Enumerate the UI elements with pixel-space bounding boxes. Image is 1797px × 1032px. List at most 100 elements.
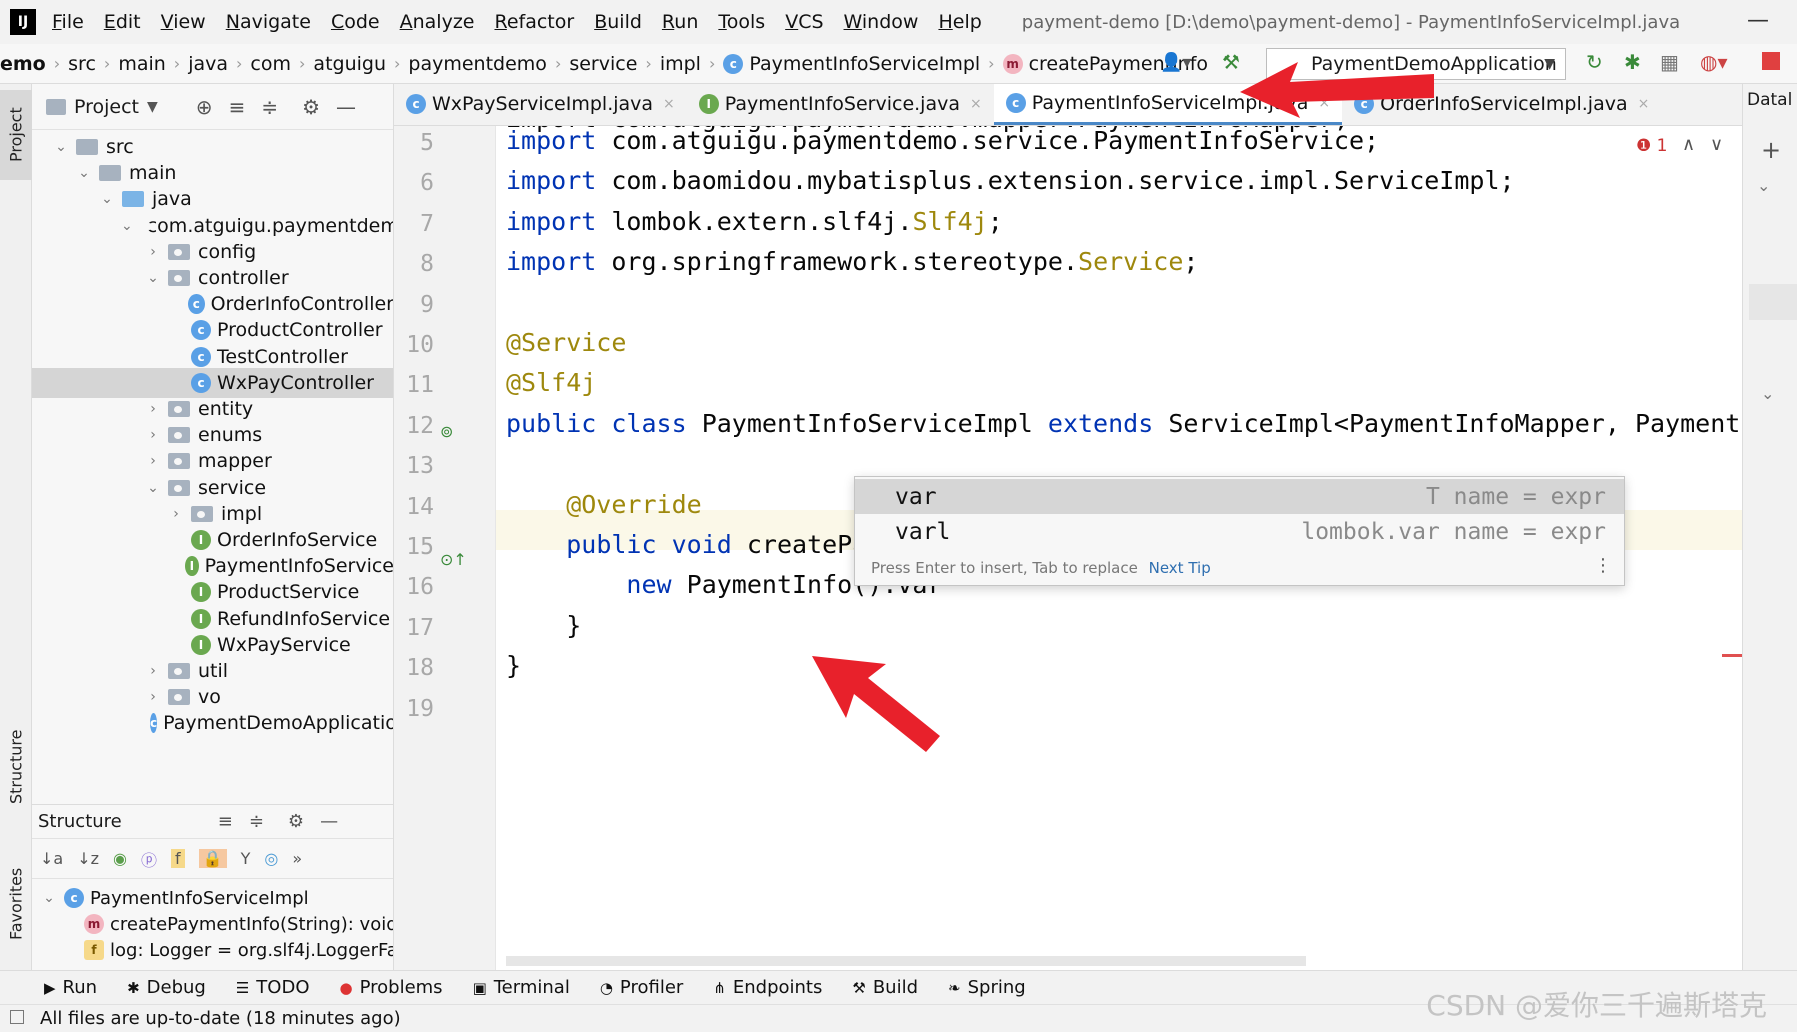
breadcrumb-item[interactable]: com ›	[250, 53, 313, 75]
menu-help[interactable]: Help	[938, 11, 981, 33]
gear-icon[interactable]: ⚙	[288, 811, 304, 832]
chevron-right-icon[interactable]: ›	[144, 401, 162, 417]
stop-icon[interactable]	[1762, 52, 1780, 70]
show-lambdas-icon[interactable]: Y	[241, 849, 251, 868]
completion-item[interactable]: var T name = expr	[855, 479, 1624, 514]
chevron-right-icon[interactable]: ›	[144, 244, 162, 260]
breadcrumb-item[interactable]: service ›	[569, 53, 659, 75]
chevron-right-icon[interactable]: ›	[144, 663, 162, 679]
gear-icon[interactable]: ⚙	[302, 95, 320, 119]
autoscroll-icon[interactable]: ◎	[264, 849, 278, 868]
debug-run-icon[interactable]: ✱	[1624, 50, 1641, 74]
user-icon[interactable]: 👤▾	[1160, 52, 1191, 73]
menu-build[interactable]: Build	[594, 11, 642, 33]
error-stripe-marker[interactable]	[1722, 654, 1742, 657]
database-tool-tab[interactable]: Datal	[1747, 90, 1792, 110]
next-highlight-icon[interactable]: ∨	[1710, 134, 1723, 155]
chevron-down-icon[interactable]: ▼	[147, 99, 158, 115]
coverage-icon[interactable]: ▦	[1660, 50, 1679, 74]
editor-tab[interactable]: c WxPayServiceImpl.java ×	[394, 84, 687, 125]
menu-navigate[interactable]: Navigate	[226, 11, 311, 33]
rerun-icon[interactable]: ↻	[1586, 50, 1603, 74]
editor-tab[interactable]: I PaymentInfoService.java ×	[687, 84, 994, 125]
menu-code[interactable]: Code	[331, 11, 380, 33]
tree-item[interactable]: c PaymentDemoApplication	[32, 708, 393, 738]
chevron-right-icon[interactable]: ›	[144, 689, 162, 705]
breadcrumb-item[interactable]: c PaymentInfoServiceImpl ›	[723, 53, 1002, 75]
more-options-icon[interactable]: ⋮	[1594, 555, 1612, 576]
status-toggle-icon[interactable]	[10, 1010, 24, 1024]
breadcrumb-item[interactable]: atguigu ›	[313, 53, 408, 75]
chevron-down-icon[interactable]: ⌄	[1757, 176, 1770, 195]
chevron-down-icon[interactable]: ⌄	[40, 890, 58, 906]
show-non-public-icon[interactable]: 🔒	[198, 849, 227, 868]
menu-refactor[interactable]: Refactor	[494, 11, 574, 33]
chevron-right-icon[interactable]: ›	[144, 427, 162, 443]
show-properties-icon[interactable]: ⓟ	[141, 847, 157, 871]
scrollbar-thumb[interactable]	[1749, 284, 1797, 320]
sort-alpha-icon[interactable]: ↓a	[40, 849, 63, 868]
collapse-all-icon[interactable]: ≑	[249, 811, 264, 832]
hide-panel-icon[interactable]: —	[336, 95, 356, 119]
completion-item[interactable]: varl lombok.var name = expr	[855, 514, 1624, 549]
menu-tools[interactable]: Tools	[718, 11, 765, 33]
breadcrumb-item[interactable]: emo ›	[0, 53, 68, 75]
menu-vcs[interactable]: VCS	[785, 11, 823, 33]
breadcrumb-item[interactable]: paymentdemo ›	[408, 53, 569, 75]
tool-window-terminal[interactable]: ▣ Terminal	[473, 977, 570, 998]
tool-window-todo[interactable]: ☰ TODO	[236, 977, 310, 998]
add-icon[interactable]: +	[1761, 136, 1781, 164]
close-tab-icon[interactable]: ×	[1638, 96, 1650, 112]
structure-tool-tab[interactable]: Structure	[0, 712, 32, 822]
tool-window-profiler[interactable]: ◔ Profiler	[600, 977, 683, 998]
hide-panel-icon[interactable]: —	[320, 811, 338, 832]
show-inherited-icon[interactable]: ◉	[113, 849, 127, 868]
close-tab-icon[interactable]: ×	[970, 96, 982, 112]
menu-window[interactable]: Window	[844, 11, 919, 33]
breadcrumb-item[interactable]: src ›	[68, 53, 118, 75]
favorites-tool-tab[interactable]: Favorites	[0, 854, 32, 954]
previous-highlight-icon[interactable]: ∧	[1682, 134, 1695, 155]
tool-window-debug[interactable]: ✱ Debug	[127, 977, 206, 998]
next-tip-link[interactable]: Next Tip	[1149, 559, 1211, 577]
expand-all-icon[interactable]: ≡	[229, 95, 246, 119]
menu-run[interactable]: Run	[662, 11, 698, 33]
tool-window-spring[interactable]: ❧ Spring	[948, 977, 1026, 998]
minimize-icon[interactable]: —	[1747, 8, 1769, 33]
menu-file[interactable]: File	[52, 11, 84, 33]
tool-window-build[interactable]: ⚒ Build	[852, 977, 918, 998]
sort-visibility-icon[interactable]: ↓z	[77, 849, 99, 868]
tool-window-run[interactable]: ▶ Run	[44, 977, 97, 998]
chevron-down-icon[interactable]: ⌄	[144, 270, 162, 286]
chevron-down-icon[interactable]: ⌄	[144, 480, 162, 496]
implements-gutter-icon[interactable]: ⊚	[440, 422, 453, 441]
chevron-down-icon[interactable]: ⌄	[98, 191, 116, 207]
breadcrumb-item[interactable]: impl ›	[660, 53, 724, 75]
breadcrumb-item[interactable]: java ›	[188, 53, 250, 75]
menu-analyze[interactable]: Analyze	[400, 11, 475, 33]
chevron-right-icon[interactable]: ›	[167, 506, 185, 522]
more-icon[interactable]: »	[292, 849, 302, 868]
overrides-gutter-icon[interactable]: ⊙↑	[440, 550, 467, 569]
chevron-down-icon[interactable]: ⌄	[52, 139, 70, 155]
tool-window-endpoints[interactable]: ⋔ Endpoints	[713, 977, 822, 998]
collapse-all-icon[interactable]: ≑	[261, 95, 278, 119]
close-tab-icon[interactable]: ×	[663, 96, 675, 112]
menu-edit[interactable]: Edit	[104, 11, 141, 33]
error-count-badge[interactable]: ❶ 1	[1636, 136, 1667, 156]
locate-icon[interactable]: ⊕	[196, 95, 213, 119]
chevron-right-icon[interactable]: ›	[144, 453, 162, 469]
project-panel-title[interactable]: Project	[74, 96, 139, 118]
horizontal-scrollbar[interactable]	[506, 956, 1306, 966]
chevron-down-icon[interactable]: ⌄	[75, 165, 93, 181]
expand-all-icon[interactable]: ≡	[218, 811, 233, 832]
profile-icon[interactable]: ◍▾	[1700, 50, 1728, 74]
chevron-down-icon[interactable]: ⌄	[1761, 384, 1774, 403]
structure-item[interactable]: f log: Logger = org.slf4j.LoggerFactory	[32, 935, 393, 965]
chevron-down-icon[interactable]: ⌄	[121, 218, 133, 234]
project-tool-tab[interactable]: Project	[0, 90, 32, 180]
show-fields-icon[interactable]: f	[171, 849, 185, 868]
menu-view[interactable]: View	[161, 11, 206, 33]
breadcrumb-item[interactable]: main ›	[118, 53, 188, 75]
tool-window-problems[interactable]: ● Problems	[340, 977, 443, 998]
